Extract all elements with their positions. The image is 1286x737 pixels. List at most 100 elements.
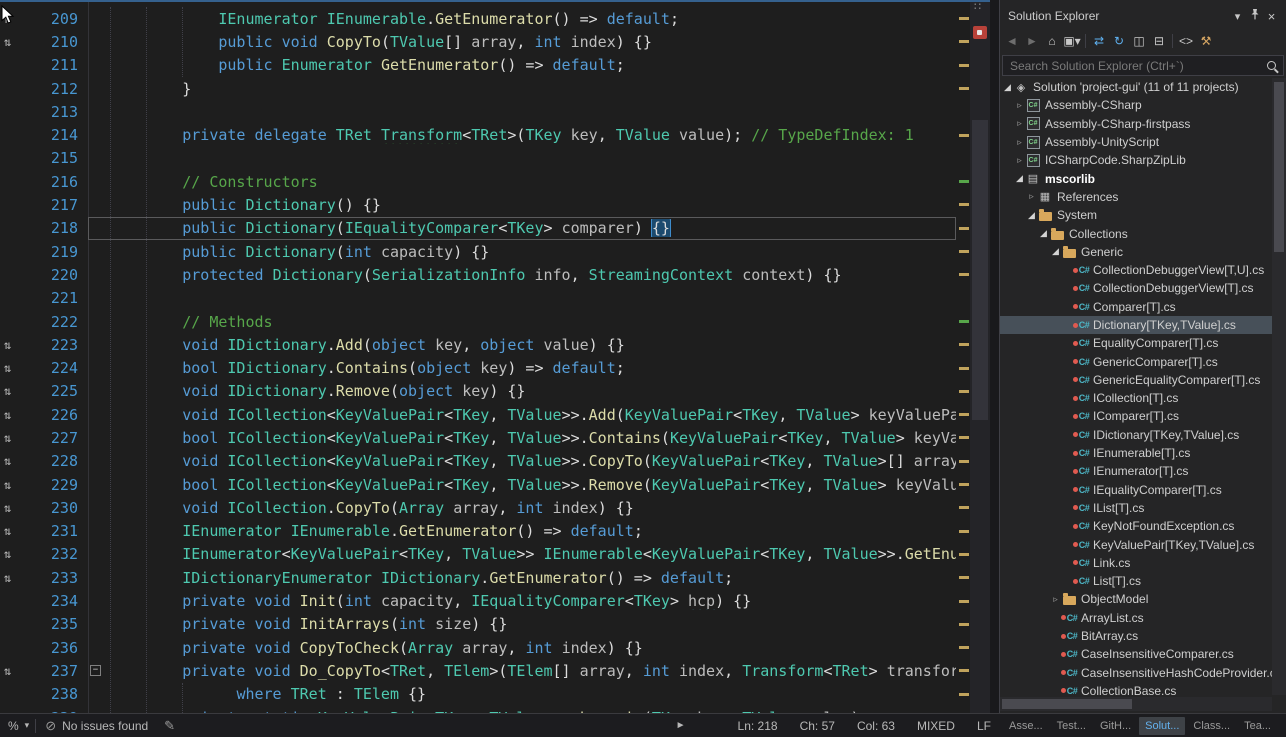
tree-item[interactable]: C#IComparer[T].cs <box>1000 407 1272 425</box>
code-line[interactable]: 234 private void Init(int capacity, IEqu… <box>0 589 956 612</box>
tree-vscroll-thumb[interactable] <box>1274 82 1284 252</box>
switch-views-icon[interactable]: ▣▾ <box>1062 32 1082 50</box>
override-indicator-icon[interactable]: ⇅ <box>0 408 28 422</box>
tree-item[interactable]: C#GenericEqualityComparer[T].cs <box>1000 371 1272 389</box>
override-indicator-icon[interactable]: ⇅ <box>0 524 28 538</box>
code-line[interactable]: ⇅229 bool ICollection<KeyValuePair<TKey,… <box>0 473 956 496</box>
override-indicator-icon[interactable]: ⇅ <box>0 361 28 375</box>
override-indicator-icon[interactable]: ⇅ <box>0 547 28 561</box>
tree-item[interactable]: C#BitArray.cs <box>1000 627 1272 645</box>
tree-item[interactable]: C#KeyValuePair[TKey,TValue].cs <box>1000 535 1272 553</box>
window-position-icon[interactable]: ▾ <box>1229 10 1246 23</box>
tree-item[interactable]: C#KeyNotFoundException.cs <box>1000 517 1272 535</box>
collapse-all-icon[interactable]: ⊟ <box>1149 32 1169 50</box>
code-line[interactable]: ⇅225 void IDictionary.Remove(object key)… <box>0 380 956 403</box>
code-editor[interactable]: ⇅209 IEnumerator IEnumerable.GetEnumerat… <box>0 0 999 713</box>
tree-item[interactable]: ▹C#Assembly-UnityScript <box>1000 133 1272 151</box>
tree-item[interactable]: C#GenericComparer[T].cs <box>1000 352 1272 370</box>
tool-window-tab[interactable]: Tea... <box>1238 717 1277 735</box>
override-indicator-icon[interactable]: ⇅ <box>0 501 28 515</box>
tree-item[interactable]: ▹C#Assembly-CSharp <box>1000 96 1272 114</box>
code-line[interactable]: ⇅233 IDictionaryEnumerator IDictionary.G… <box>0 566 956 589</box>
code-line[interactable]: 220 protected Dictionary(SerializationIn… <box>0 263 956 286</box>
collapsed-arrow-icon[interactable]: ▹ <box>1050 594 1061 605</box>
code-line[interactable]: 215 <box>0 147 956 170</box>
override-indicator-icon[interactable]: ⇅ <box>0 454 28 468</box>
search-input[interactable] <box>1008 58 1267 74</box>
code-line[interactable]: 239 private static KeyValuePair<TKey, TV… <box>0 706 956 713</box>
collapsed-arrow-icon[interactable]: ▹ <box>1014 100 1025 111</box>
override-indicator-icon[interactable]: ⇅ <box>0 35 28 49</box>
code-line[interactable]: ⇅228 void ICollection<KeyValuePair<TKey,… <box>0 450 956 473</box>
code-area[interactable]: ⇅209 IEnumerator IEnumerable.GetEnumerat… <box>0 2 956 713</box>
editor-scrollbar-thumb[interactable] <box>972 120 988 420</box>
tree-item[interactable]: C#CollectionBase.cs <box>1000 682 1272 695</box>
tree-item[interactable]: ◢Collections <box>1000 224 1272 242</box>
preview-selected-icon[interactable]: ◫ <box>1129 32 1149 50</box>
properties-icon[interactable]: ⚒ <box>1196 32 1216 50</box>
zoom-caret-icon[interactable]: ▾ <box>25 720 30 731</box>
tool-window-tab[interactable]: Test... <box>1051 717 1092 735</box>
refresh-icon[interactable]: ↻ <box>1109 32 1129 50</box>
search-box[interactable] <box>1002 55 1284 76</box>
code-line[interactable]: ⇅223 void IDictionary.Add(object key, ob… <box>0 333 956 356</box>
tool-window-tab[interactable]: GitH... <box>1094 717 1137 735</box>
forward-icon[interactable]: ► <box>1022 32 1042 50</box>
tree-item[interactable]: ◢▤mscorlib <box>1000 169 1272 187</box>
code-line[interactable]: 238 where TRet : TElem {} <box>0 683 956 706</box>
code-line[interactable]: 217 public Dictionary() {} <box>0 193 956 216</box>
panel-splitter[interactable] <box>990 0 999 713</box>
tree-item[interactable]: C#CaseInsensitiveHashCodeProvider.cs <box>1000 664 1272 682</box>
expanded-arrow-icon[interactable]: ◢ <box>1002 82 1013 93</box>
collapsed-arrow-icon[interactable]: ▹ <box>1014 118 1025 129</box>
tree-item[interactable]: ◢◈Solution 'project-gui' (11 of 11 proje… <box>1000 78 1272 96</box>
tree-item[interactable]: C#IEqualityComparer[T].cs <box>1000 481 1272 499</box>
code-line[interactable]: ⇅237− private void Do_CopyTo<TRet, TElem… <box>0 659 956 682</box>
override-indicator-icon[interactable]: ⇅ <box>0 338 28 352</box>
tree-item[interactable]: C#Link.cs <box>1000 554 1272 572</box>
tree-item[interactable]: C#IDictionary[TKey,TValue].cs <box>1000 426 1272 444</box>
code-line[interactable]: 213 <box>0 100 956 123</box>
tree-item[interactable]: ◢Generic <box>1000 243 1272 261</box>
tool-window-tab[interactable]: Class... <box>1187 717 1236 735</box>
code-line[interactable]: 211 public Enumerator GetEnumerator() =>… <box>0 54 956 77</box>
tree-item[interactable]: C#IList[T].cs <box>1000 499 1272 517</box>
override-indicator-icon[interactable]: ⇅ <box>0 431 28 445</box>
code-line[interactable]: 235 private void InitArrays(int size) {} <box>0 613 956 636</box>
collapsed-arrow-icon[interactable]: ▹ <box>1014 155 1025 166</box>
search-icon[interactable] <box>1267 61 1276 70</box>
code-line[interactable]: ⇅209 IEnumerator IEnumerable.GetEnumerat… <box>0 7 956 30</box>
code-line[interactable]: 218 public Dictionary(IEqualityComparer<… <box>0 217 956 240</box>
zoom-label[interactable]: % <box>8 719 19 733</box>
close-icon[interactable]: × <box>1263 9 1280 24</box>
override-indicator-icon[interactable]: ⇅ <box>0 478 28 492</box>
tree-item[interactable]: C#Comparer[T].cs <box>1000 298 1272 316</box>
tree-item[interactable]: C#Dictionary[TKey,TValue].cs <box>1000 316 1272 334</box>
tree-item[interactable]: C#EqualityComparer[T].cs <box>1000 334 1272 352</box>
collapsed-arrow-icon[interactable]: ▹ <box>1014 137 1025 148</box>
expanded-arrow-icon[interactable]: ◢ <box>1026 210 1037 221</box>
expanded-arrow-icon[interactable]: ◢ <box>1050 246 1061 257</box>
tree-item[interactable]: C#CaseInsensitiveComparer.cs <box>1000 645 1272 663</box>
override-indicator-icon[interactable]: ⇅ <box>0 664 28 678</box>
override-indicator-icon[interactable]: ⇅ <box>0 571 28 585</box>
play-icon[interactable]: ► <box>676 720 686 731</box>
code-line[interactable]: ⇅226 void ICollection<KeyValuePair<TKey,… <box>0 403 956 426</box>
pin-icon[interactable] <box>1246 9 1263 23</box>
tree-item[interactable]: C#ArrayList.cs <box>1000 609 1272 627</box>
expanded-arrow-icon[interactable]: ◢ <box>1038 228 1049 239</box>
code-line[interactable]: ⇅230 void ICollection.CopyTo(Array array… <box>0 496 956 519</box>
tool-window-tab[interactable]: Solut... <box>1139 717 1185 735</box>
tree-item[interactable]: C#List[T].cs <box>1000 572 1272 590</box>
tree-item[interactable]: ◢System <box>1000 206 1272 224</box>
sync-active-document-icon[interactable]: ⇄ <box>1089 32 1109 50</box>
tree-horizontal-scrollbar[interactable] <box>1000 697 1272 711</box>
tree-item[interactable]: ▹C#ICSharpCode.SharpZipLib <box>1000 151 1272 169</box>
tree-item[interactable]: ▹▦References <box>1000 188 1272 206</box>
view-code-icon[interactable]: <> <box>1176 32 1196 50</box>
collapsed-arrow-icon[interactable]: ▹ <box>1026 191 1037 202</box>
code-line[interactable]: 219 public Dictionary(int capacity) {} <box>0 240 956 263</box>
tree-item[interactable]: ▹C#Assembly-CSharp-firstpass <box>1000 115 1272 133</box>
panel-title-bar[interactable]: Solution Explorer ▾ × <box>1000 0 1286 28</box>
tree-item[interactable]: C#CollectionDebuggerView[T,U].cs <box>1000 261 1272 279</box>
